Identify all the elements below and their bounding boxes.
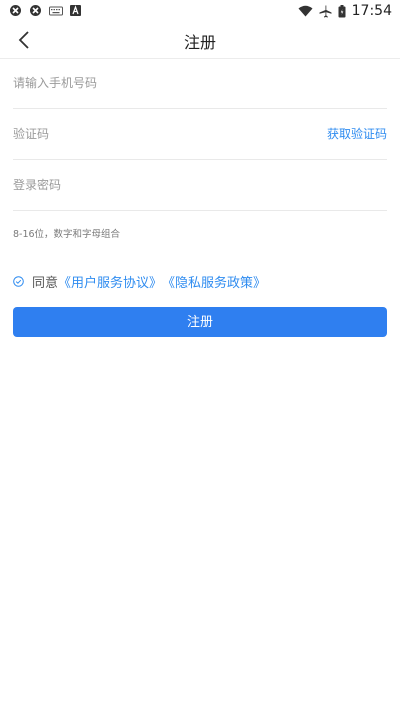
status-bar-left <box>9 4 81 17</box>
battery-icon <box>338 4 346 17</box>
airplane-icon <box>319 5 332 17</box>
get-code-button[interactable]: 获取验证码 <box>327 109 387 159</box>
password-hint: 8-16位，数字和字母组合 <box>13 229 121 240</box>
status-bar: 17:54 <box>0 0 400 22</box>
password-input[interactable] <box>13 160 313 210</box>
password-field-row <box>13 160 387 211</box>
wifi-icon <box>298 5 313 17</box>
agreement-prefix: 同意 <box>32 276 59 291</box>
verification-code-input[interactable] <box>13 109 313 159</box>
checkbox-icon[interactable] <box>13 276 24 287</box>
register-button[interactable]: 注册 <box>13 307 387 337</box>
agreement-row: 同意 《用户服务协议》 《隐私服务政策》 <box>13 272 266 291</box>
phone-field-row <box>13 58 387 109</box>
app-icon <box>10 5 21 16</box>
font-icon <box>70 5 81 16</box>
app-icon <box>30 5 41 16</box>
phone-input[interactable] <box>13 58 313 108</box>
nav-bar: 注册 <box>0 22 400 59</box>
privacy-policy-link[interactable]: 《隐私服务政策》 <box>162 272 266 291</box>
user-agreement-link[interactable]: 《用户服务协议》 <box>58 272 162 291</box>
status-time: 17:54 <box>351 3 392 19</box>
page-title: 注册 <box>183 33 216 52</box>
code-field-row: 获取验证码 <box>13 109 387 160</box>
status-bar-right: 17:54 <box>298 2 392 20</box>
keyboard-icon <box>49 6 63 15</box>
